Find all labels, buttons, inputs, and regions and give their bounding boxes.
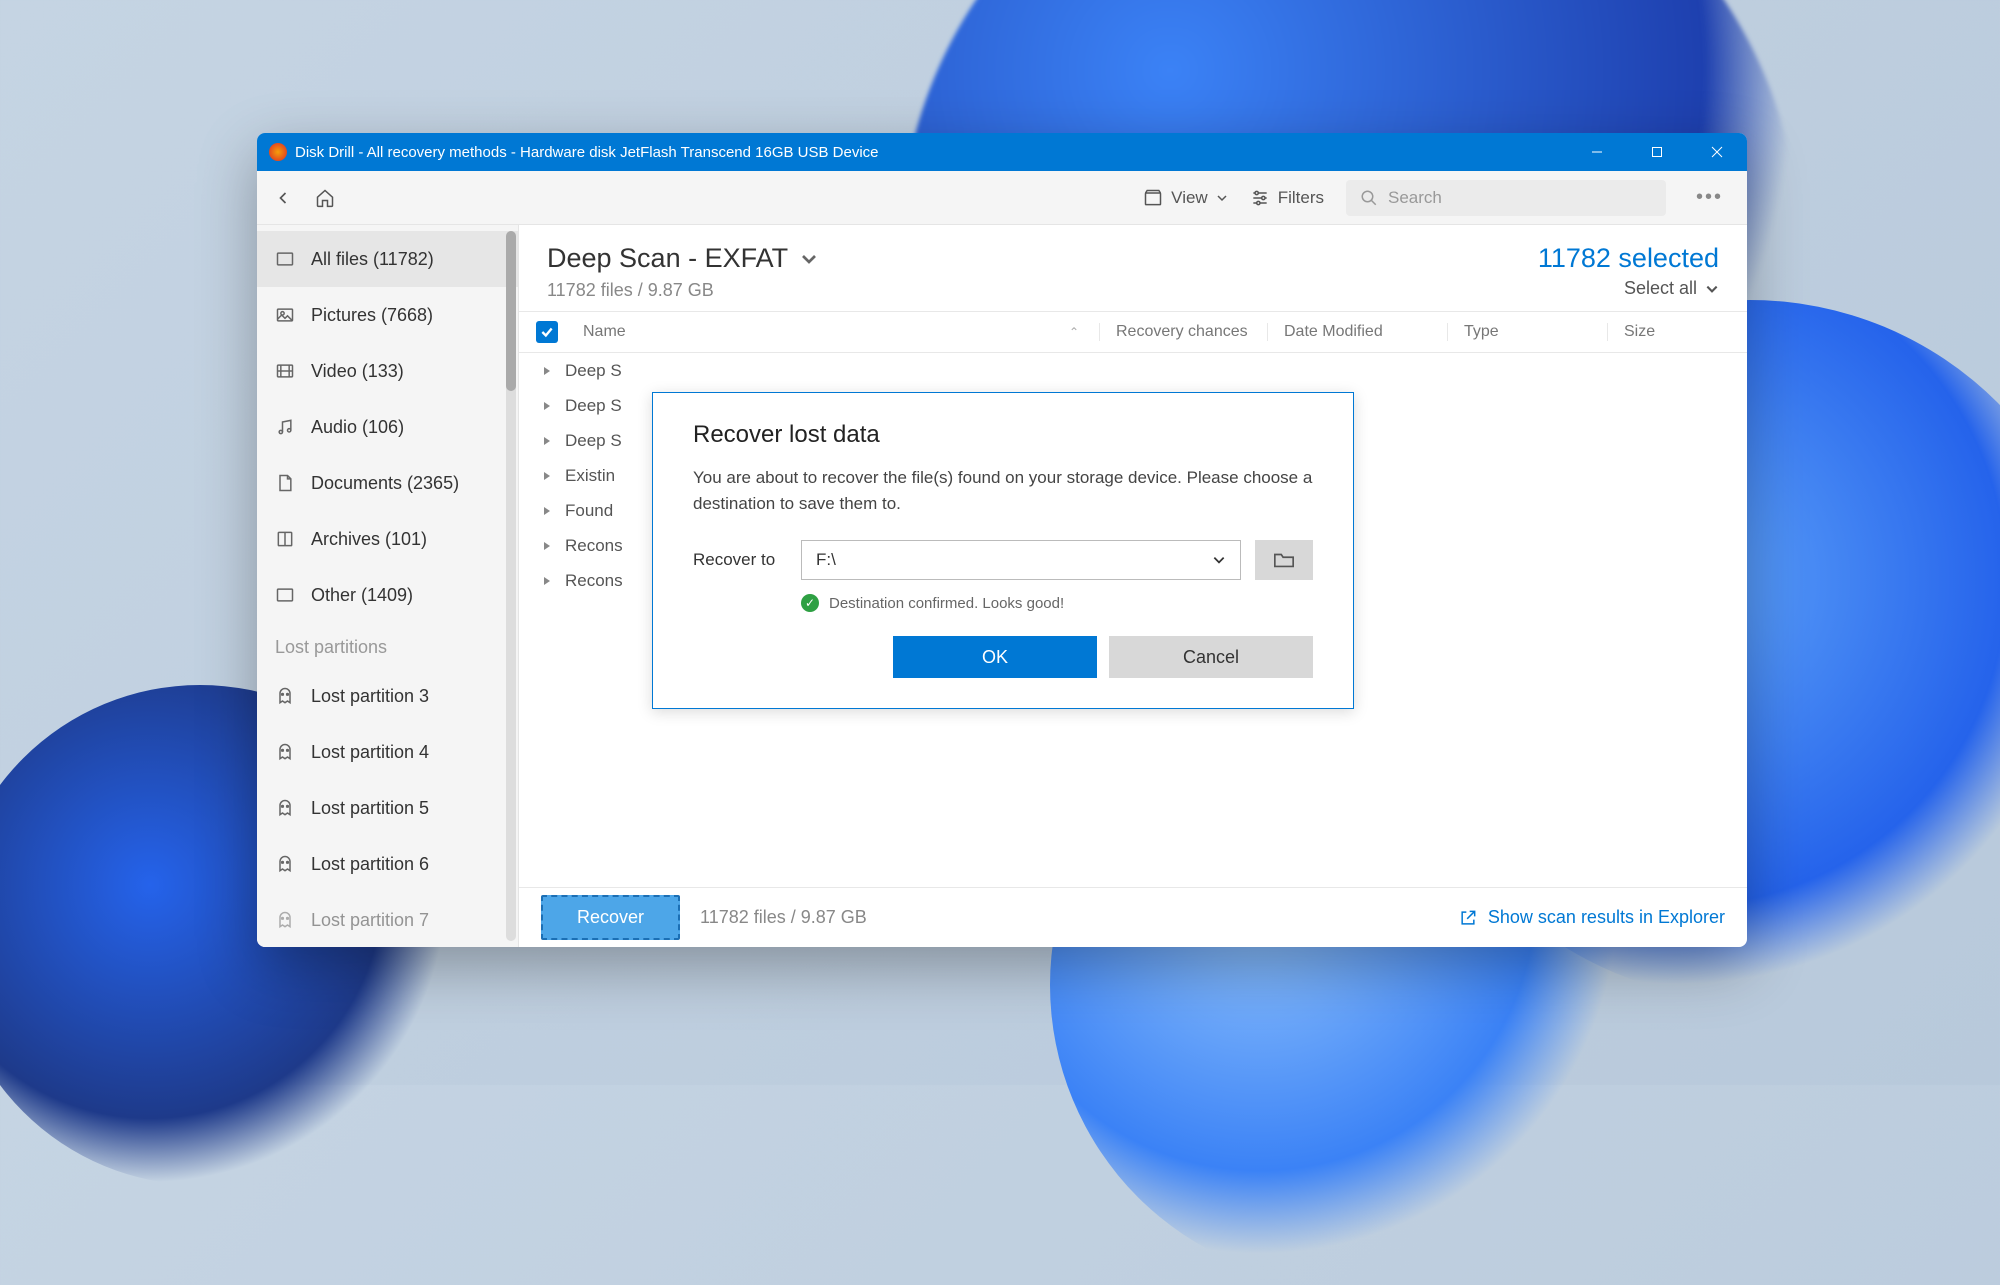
sidebar-item-video[interactable]: Video (133) xyxy=(257,343,518,399)
footer-info: 11782 files / 9.87 GB xyxy=(700,907,867,928)
sort-indicator-icon: ⌃ xyxy=(1069,325,1099,339)
sidebar-label: Lost partition 5 xyxy=(311,798,429,819)
show-in-explorer-link[interactable]: Show scan results in Explorer xyxy=(1458,907,1725,928)
sidebar-item-partition-4[interactable]: Lost partition 4 xyxy=(257,724,518,780)
table-row[interactable]: Deep S xyxy=(519,353,1747,388)
recover-to-label: Recover to xyxy=(693,550,787,570)
sidebar-label: Lost partition 7 xyxy=(311,910,429,931)
recover-dialog: Recover lost data You are about to recov… xyxy=(652,392,1354,709)
ghost-icon xyxy=(275,742,295,762)
audio-icon xyxy=(275,417,295,437)
expand-icon xyxy=(541,435,553,447)
view-label: View xyxy=(1171,188,1208,208)
back-button[interactable] xyxy=(273,188,293,208)
close-button[interactable] xyxy=(1687,133,1747,171)
filters-label: Filters xyxy=(1278,188,1324,208)
ghost-icon xyxy=(275,798,295,818)
sidebar-item-partition-7[interactable]: Lost partition 7 xyxy=(257,892,518,947)
recover-button[interactable]: Recover xyxy=(541,895,680,940)
destination-select[interactable]: F:\ xyxy=(801,540,1241,580)
sidebar-item-partition-5[interactable]: Lost partition 5 xyxy=(257,780,518,836)
expand-icon xyxy=(541,365,553,377)
search-icon xyxy=(1360,189,1378,207)
sidebar-item-archives[interactable]: Archives (101) xyxy=(257,511,518,567)
check-badge-icon: ✓ xyxy=(801,594,819,612)
sidebar-label: Lost partition 6 xyxy=(311,854,429,875)
window-title: Disk Drill - All recovery methods - Hard… xyxy=(295,144,1567,161)
folder-icon xyxy=(275,249,295,269)
sidebar-label: Other (1409) xyxy=(311,585,413,606)
sidebar-item-partition-6[interactable]: Lost partition 6 xyxy=(257,836,518,892)
minimize-button[interactable] xyxy=(1567,133,1627,171)
picture-icon xyxy=(275,305,295,325)
confirmation-text: Destination confirmed. Looks good! xyxy=(829,595,1064,612)
sidebar-item-all-files[interactable]: All files (11782) xyxy=(257,231,518,287)
sidebar-label: Documents (2365) xyxy=(311,473,459,494)
dialog-title: Recover lost data xyxy=(693,421,1313,449)
chevron-down-icon xyxy=(1212,553,1226,567)
expand-icon xyxy=(541,575,553,587)
expand-icon xyxy=(541,505,553,517)
footer: Recover 11782 files / 9.87 GB Show scan … xyxy=(519,887,1747,947)
ok-button[interactable]: OK xyxy=(893,636,1097,678)
other-icon xyxy=(275,585,295,605)
home-button[interactable] xyxy=(315,188,335,208)
more-button[interactable]: ••• xyxy=(1688,186,1731,209)
expand-icon xyxy=(541,400,553,412)
view-dropdown[interactable]: View xyxy=(1143,188,1228,208)
app-icon xyxy=(269,143,287,161)
folder-icon xyxy=(1273,551,1295,569)
expand-icon xyxy=(541,540,553,552)
maximize-button[interactable] xyxy=(1627,133,1687,171)
expand-icon xyxy=(541,470,553,482)
footer-link-label: Show scan results in Explorer xyxy=(1488,907,1725,928)
document-icon xyxy=(275,473,295,493)
sidebar-label: Video (133) xyxy=(311,361,404,382)
select-all-checkbox[interactable] xyxy=(536,321,558,343)
select-all-label: Select all xyxy=(1624,278,1697,299)
search-placeholder: Search xyxy=(1388,188,1442,208)
select-all-dropdown[interactable]: Select all xyxy=(1538,278,1719,299)
table-header: Name ⌃ Recovery chances Date Modified Ty… xyxy=(519,311,1747,353)
sidebar-label: Lost partition 3 xyxy=(311,686,429,707)
ghost-icon xyxy=(275,910,295,930)
browse-button[interactable] xyxy=(1255,540,1313,580)
scan-title-dropdown[interactable]: Deep Scan - EXFAT xyxy=(547,243,818,274)
chevron-down-icon xyxy=(1705,282,1719,296)
cancel-button[interactable]: Cancel xyxy=(1109,636,1313,678)
column-date[interactable]: Date Modified xyxy=(1267,323,1447,341)
search-input[interactable]: Search xyxy=(1346,180,1666,216)
ghost-icon xyxy=(275,686,295,706)
column-recovery[interactable]: Recovery chances xyxy=(1099,323,1267,341)
sidebar-item-audio[interactable]: Audio (106) xyxy=(257,399,518,455)
scan-title: Deep Scan - EXFAT xyxy=(547,243,788,274)
sidebar-label: All files (11782) xyxy=(311,249,434,270)
sidebar-label: Pictures (7668) xyxy=(311,305,433,326)
sidebar-label: Audio (106) xyxy=(311,417,404,438)
toolbar: View Filters Search ••• xyxy=(257,171,1747,225)
sidebar-item-other[interactable]: Other (1409) xyxy=(257,567,518,623)
sidebar-item-pictures[interactable]: Pictures (7668) xyxy=(257,287,518,343)
dialog-text: You are about to recover the file(s) fou… xyxy=(693,465,1313,516)
sidebar-section-lost-partitions: Lost partitions xyxy=(257,623,518,668)
column-type[interactable]: Type xyxy=(1447,323,1607,341)
archive-icon xyxy=(275,529,295,549)
sidebar-label: Lost partition 4 xyxy=(311,742,429,763)
sidebar-label: Archives (101) xyxy=(311,529,427,550)
selected-count: 11782 selected xyxy=(1538,243,1719,274)
chevron-down-icon xyxy=(800,250,818,268)
filters-button[interactable]: Filters xyxy=(1250,188,1324,208)
titlebar: Disk Drill - All recovery methods - Hard… xyxy=(257,133,1747,171)
destination-value: F:\ xyxy=(816,550,836,570)
video-icon xyxy=(275,361,295,381)
scrollbar-thumb[interactable] xyxy=(506,231,516,391)
column-name[interactable]: Name ⌃ xyxy=(575,323,1099,341)
column-size[interactable]: Size xyxy=(1607,323,1747,341)
sidebar-item-documents[interactable]: Documents (2365) xyxy=(257,455,518,511)
sidebar: All files (11782) Pictures (7668) Video … xyxy=(257,225,519,947)
ghost-icon xyxy=(275,854,295,874)
scan-subtitle: 11782 files / 9.87 GB xyxy=(547,280,818,301)
external-link-icon xyxy=(1458,908,1478,928)
sidebar-item-partition-3[interactable]: Lost partition 3 xyxy=(257,668,518,724)
